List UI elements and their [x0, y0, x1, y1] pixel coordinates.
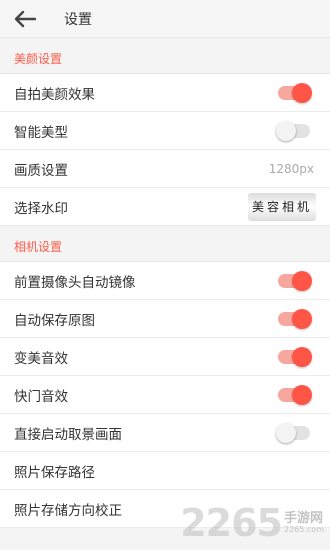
row-label: 选择水印 [14, 200, 68, 217]
toggle-knob [292, 308, 312, 329]
front-mirror-toggle[interactable] [278, 270, 312, 291]
toggle-knob [276, 120, 296, 141]
row-save-path[interactable]: 照片保存路径 [0, 452, 330, 490]
row-label: 照片存储方向校正 [14, 502, 122, 519]
row-auto-save-original[interactable]: 自动保存原图 [0, 300, 330, 338]
smart-shape-toggle[interactable] [276, 120, 310, 141]
row-beauty-sound[interactable]: 变美音效 [0, 338, 330, 376]
logo-number: 2265 [180, 501, 283, 545]
back-button[interactable] [0, 0, 50, 38]
row-direct-viewfinder[interactable]: 直接启动取景画面 [0, 414, 330, 452]
row-label: 自拍美颜效果 [14, 86, 95, 103]
row-selfie-beauty[interactable]: 自拍美颜效果 [0, 74, 330, 112]
beauty-sound-toggle[interactable] [278, 346, 312, 367]
row-label: 前置摄像头自动镜像 [14, 274, 136, 291]
logo-side: 手游网 2265.com [284, 512, 324, 534]
row-front-mirror[interactable]: 前置摄像头自动镜像 [0, 262, 330, 300]
toggle-knob [292, 384, 312, 405]
image-quality-value: 1280px [268, 161, 314, 176]
row-label: 智能美型 [14, 124, 68, 141]
top-bar: 设置 [0, 0, 330, 38]
direct-viewfinder-toggle[interactable] [276, 422, 310, 443]
watermark-preview[interactable]: 美容相机 [248, 192, 316, 221]
row-watermark[interactable]: 选择水印 美容相机 [0, 188, 330, 226]
toggle-knob [292, 270, 312, 291]
page-title: 设置 [64, 11, 92, 28]
toggle-knob [276, 422, 296, 443]
toggle-knob [292, 82, 312, 103]
section-title-camera: 相机设置 [0, 226, 330, 262]
row-label: 照片保存路径 [14, 464, 95, 481]
row-smart-shape[interactable]: 智能美型 [0, 112, 330, 150]
row-shutter-sound[interactable]: 快门音效 [0, 376, 330, 414]
selfie-beauty-toggle[interactable] [278, 82, 312, 103]
row-label: 变美音效 [14, 350, 68, 367]
section-title-beauty: 美颜设置 [0, 38, 330, 74]
site-watermark-logo: 2265 手游网 2265.com [180, 504, 324, 542]
row-label: 自动保存原图 [14, 312, 95, 329]
auto-save-original-toggle[interactable] [278, 308, 312, 329]
row-label: 画质设置 [14, 162, 68, 179]
logo-cn-text: 手游网 [284, 510, 324, 526]
back-arrow-icon [14, 10, 37, 27]
row-label: 直接启动取景画面 [14, 426, 122, 443]
row-image-quality[interactable]: 画质设置 1280px [0, 150, 330, 188]
toggle-knob [292, 346, 312, 367]
shutter-sound-toggle[interactable] [278, 384, 312, 405]
logo-url-text: 2265.com [284, 524, 324, 534]
row-label: 快门音效 [14, 388, 68, 405]
